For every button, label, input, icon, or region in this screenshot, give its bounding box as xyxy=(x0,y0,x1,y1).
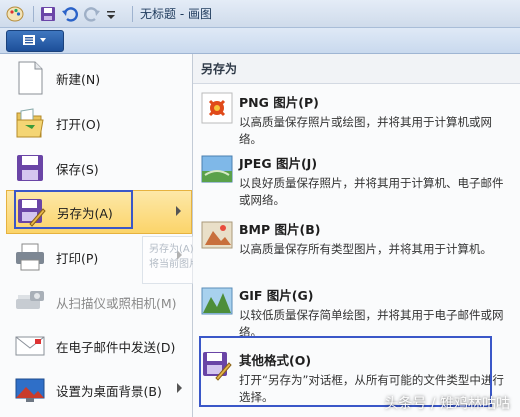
customize-quick-access-icon[interactable] xyxy=(105,5,123,23)
save-as-png[interactable]: PNG 图片(P) 以高质量保存照片或绘图，并将其用于计算机或网络。 xyxy=(201,92,513,148)
printer-icon xyxy=(12,239,48,275)
title-bar: 无标题 - 画图 xyxy=(0,0,520,28)
submenu-arrow-icon xyxy=(177,383,182,393)
save-icon[interactable] xyxy=(39,5,57,23)
paint-menu-button[interactable] xyxy=(6,30,64,52)
watermark: 头条号 / 雉鸡林咕咕 xyxy=(384,396,510,412)
scanner-camera-icon xyxy=(12,284,48,320)
option-title: GIF 图片(G) xyxy=(239,288,314,303)
menu-item-from-scanner[interactable]: 从扫描仪或照相机(M) xyxy=(6,280,192,324)
menu-item-label: 新建(N) xyxy=(56,71,101,87)
submenu-arrow-icon xyxy=(176,206,181,216)
menu-item-new[interactable]: 新建(N) xyxy=(6,56,192,100)
option-title: BMP 图片(B) xyxy=(239,222,321,237)
email-icon xyxy=(12,328,48,364)
menu-item-label: 设置为桌面背景(B) xyxy=(56,383,162,399)
annotation-box-save-as xyxy=(14,190,133,229)
option-description: 以高质量保存所有类型图片，并将其用于计算机。 xyxy=(239,242,492,256)
new-document-icon xyxy=(12,60,48,96)
menu-item-label: 打印(P) xyxy=(56,250,99,266)
open-folder-icon xyxy=(12,105,48,141)
jpeg-image-icon xyxy=(201,153,233,185)
menu-item-open[interactable]: 打开(O) xyxy=(6,101,192,145)
png-image-icon xyxy=(201,92,233,124)
menu-icon xyxy=(20,33,50,50)
menu-item-set-desktop-background[interactable]: 设置为桌面背景(B) xyxy=(6,368,192,412)
gif-image-icon xyxy=(201,285,233,317)
save-disk-icon xyxy=(12,150,48,186)
desktop-background-icon xyxy=(12,372,48,408)
save-as-jpeg[interactable]: JPEG 图片(J) 以良好质量保存照片，并将其用于计算机、电子邮件或网络。 xyxy=(201,153,513,209)
bmp-image-icon xyxy=(201,219,233,251)
option-title: JPEG 图片(J) xyxy=(239,156,318,171)
window-title: 无标题 - 画图 xyxy=(140,7,212,21)
ribbon-tab-row xyxy=(0,28,520,54)
title-separator xyxy=(132,5,133,22)
submenu-header: 另存为 xyxy=(193,54,520,84)
menu-item-label: 从扫描仪或照相机(M) xyxy=(56,295,177,311)
menu-item-label: 在电子邮件中发送(D) xyxy=(56,339,176,355)
menu-item-send-email[interactable]: 在电子邮件中发送(D) xyxy=(6,324,192,368)
quick-access-separator xyxy=(33,5,34,22)
undo-icon[interactable] xyxy=(61,5,79,23)
save-as-bmp[interactable]: BMP 图片(B) 以高质量保存所有类型图片，并将其用于计算机。 xyxy=(201,219,513,258)
option-description: 以高质量保存照片或绘图，并将其用于计算机或网络。 xyxy=(239,115,492,146)
menu-item-label: 打开(O) xyxy=(56,116,101,132)
option-description: 以良好质量保存照片，并将其用于计算机、电子邮件或网络。 xyxy=(239,176,504,207)
redo-icon[interactable] xyxy=(83,5,101,23)
option-title: PNG 图片(P) xyxy=(239,95,319,110)
menu-item-label: 保存(S) xyxy=(56,161,99,177)
save-as-gif[interactable]: GIF 图片(G) 以较低质量保存简单绘图，并将其用于电子邮件或网络。 xyxy=(201,285,513,341)
menu-item-save[interactable]: 保存(S) xyxy=(6,146,192,190)
paint-app-icon[interactable] xyxy=(6,5,24,23)
